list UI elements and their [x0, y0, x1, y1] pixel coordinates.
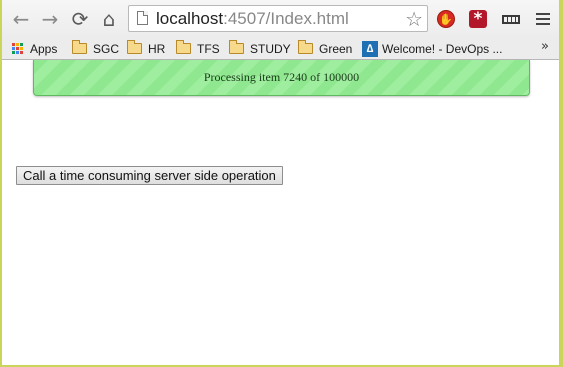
menu-icon[interactable]: [533, 9, 553, 29]
home-icon[interactable]: ⌂: [98, 8, 120, 30]
reload-icon[interactable]: ⟳: [69, 8, 91, 30]
stop-extension-icon[interactable]: ✋: [436, 9, 456, 29]
asterisk-extension-icon[interactable]: *: [468, 9, 488, 29]
page-icon: [137, 11, 148, 25]
address-url: localhost:4507/Index.html: [156, 9, 349, 28]
folder-icon: [229, 40, 244, 54]
ruler-extension-icon[interactable]: [501, 9, 521, 29]
bookmark-sgc[interactable]: SGC: [72, 39, 119, 58]
browser-toolbar: ← → ⟳ ⌂ localhost:4507/Index.html ☆ ✋ *: [2, 0, 559, 38]
page-content: Processing item 7240 of 100000 Call a ti…: [2, 60, 559, 365]
more-bookmarks-chevron-icon[interactable]: »: [541, 39, 549, 54]
address-bar[interactable]: localhost:4507/Index.html ☆: [128, 5, 428, 32]
folder-icon: [127, 40, 142, 54]
bookmark-hr[interactable]: HR: [127, 39, 165, 58]
star-icon[interactable]: ☆: [405, 7, 423, 31]
bookmark-tfs[interactable]: TFS: [176, 39, 220, 58]
folder-icon: [176, 40, 191, 54]
folder-icon: [298, 40, 313, 54]
browser-window: ← → ⟳ ⌂ localhost:4507/Index.html ☆ ✋ *: [2, 0, 559, 365]
server-operation-button[interactable]: Call a time consuming server side operat…: [16, 166, 283, 185]
folder-icon: [72, 40, 87, 54]
apps-icon: [12, 42, 24, 55]
bookmark-green[interactable]: Green: [298, 39, 352, 58]
bookmarks-bar: Apps SGC HR TFS STUDY Green ∆ Welcome! -…: [2, 38, 559, 60]
bookmark-devops[interactable]: ∆ Welcome! - DevOps ...: [362, 39, 502, 58]
progress-text: Processing item 7240 of 100000: [203, 70, 360, 84]
bookmark-study[interactable]: STUDY: [229, 39, 291, 58]
bookmark-apps[interactable]: Apps: [12, 39, 57, 58]
devops-icon: ∆: [362, 40, 378, 57]
progress-banner: Processing item 7240 of 100000: [33, 60, 530, 96]
forward-arrow-icon[interactable]: →: [39, 8, 61, 30]
back-arrow-icon[interactable]: ←: [10, 8, 32, 30]
